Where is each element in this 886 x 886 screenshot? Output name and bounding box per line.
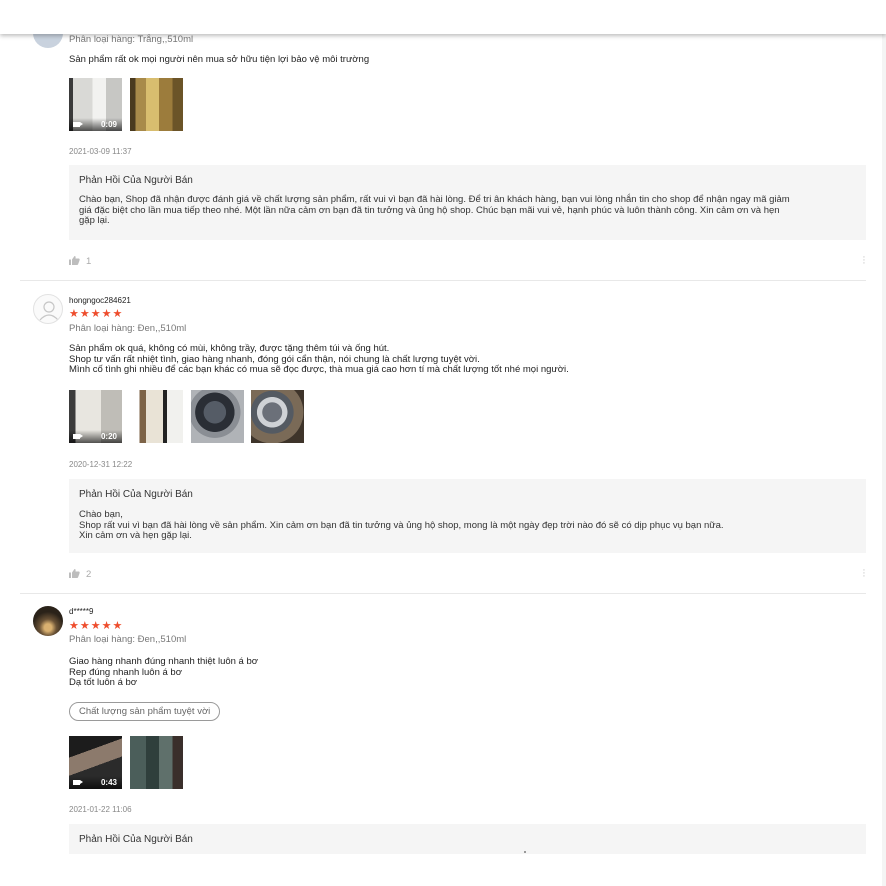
scrollbar-track[interactable]	[882, 0, 886, 886]
review-image-thumbnail[interactable]	[191, 390, 244, 443]
seller-reply-text: Chào bạn, Shop rất vui vì bạn đã hài lòn…	[79, 509, 724, 541]
review-divider	[20, 593, 866, 594]
reviewer-username[interactable]: hongngoc284621	[69, 296, 131, 305]
thumbs-up-icon	[69, 256, 80, 265]
review-video-thumbnail[interactable]: 0:43	[69, 736, 122, 789]
review-content: Giao hàng nhanh đúng nhanh thiệt luôn á …	[69, 656, 258, 689]
scroll-indicator	[524, 851, 526, 853]
like-count: 2	[86, 569, 92, 580]
video-duration: 0:20	[100, 432, 117, 441]
variant-label: Phân loại hàng: Đen,,510ml	[69, 634, 187, 645]
video-camera-icon	[73, 122, 83, 127]
review-content-line: Sản phẩm ok quá, không có mùi, không trầ…	[69, 343, 390, 354]
review-date: 2020-12-31 12:22	[69, 460, 133, 469]
seller-reply: Phản Hồi Của Người Bán Chào bạn, Shop rấ…	[69, 479, 866, 553]
seller-reply-title: Phản Hồi Của Người Bán	[79, 834, 193, 845]
reviewer-username[interactable]: d*****9	[69, 607, 93, 616]
seller-reply: Phản Hồi Của Người Bán Chào bạn, Shop đã…	[69, 165, 866, 240]
review-date: 2021-03-09 11:37	[69, 147, 132, 156]
review-tag: Chất lượng sản phẩm tuyệt vời	[69, 702, 221, 721]
rating-stars: ★★★★★	[69, 308, 124, 320]
avatar[interactable]	[33, 606, 63, 636]
review-content: Sản phẩm rất ok mọi người nên mua sở hữu…	[69, 54, 370, 66]
like-button[interactable]: 1	[69, 256, 91, 267]
review-divider	[20, 280, 866, 281]
review-video-thumbnail[interactable]: 0:20	[69, 390, 122, 443]
like-count: 1	[86, 256, 92, 267]
thumbs-up-icon	[69, 569, 80, 578]
avatar[interactable]	[33, 294, 63, 324]
seller-reply-text: Chào bạn, Shop đã nhận được đánh giá về …	[79, 194, 790, 226]
review-image-thumbnail[interactable]	[130, 390, 183, 443]
like-button[interactable]: 2	[69, 569, 91, 580]
review-content-line: Dạ tốt luôn á bơ	[69, 677, 138, 688]
variant-label: Phân loại hàng: Đen,,510ml	[69, 323, 187, 334]
more-vertical-icon[interactable]: · · ·	[862, 565, 866, 582]
review-date: 2021-01-22 11:06	[69, 805, 132, 814]
review-content-line: Giao hàng nhanh đúng nhanh thiệt luôn á …	[69, 656, 258, 667]
review-content-line: Sản phẩm rất ok mọi người nên mua sở hữu…	[69, 54, 370, 65]
review-image-thumbnail[interactable]	[251, 390, 304, 443]
seller-reply-title: Phản Hồi Của Người Bán	[79, 175, 193, 186]
user-icon	[39, 301, 59, 321]
more-vertical-icon[interactable]: · · ·	[862, 252, 866, 269]
seller-reply-title: Phản Hồi Của Người Bán	[79, 489, 193, 500]
review-content-line: Mình cố tình ghi nhiều để các bạn khác c…	[69, 364, 569, 375]
seller-reply: Phản Hồi Của Người Bán	[69, 824, 866, 854]
video-duration: 0:09	[100, 120, 117, 129]
variant-label: Phân loại hàng: Trắng,,510ml	[69, 34, 194, 45]
review-content: Sản phẩm ok quá, không có mùi, không trầ…	[69, 343, 569, 376]
video-camera-icon	[73, 780, 83, 785]
rating-stars: ★★★★★	[69, 620, 124, 632]
video-camera-icon	[73, 434, 83, 439]
top-bar	[0, 0, 886, 34]
review-image-thumbnail[interactable]	[130, 78, 183, 131]
review-video-thumbnail[interactable]: 0:09	[69, 78, 122, 131]
review-image-thumbnail[interactable]	[130, 736, 183, 789]
video-duration: 0:43	[100, 778, 117, 787]
